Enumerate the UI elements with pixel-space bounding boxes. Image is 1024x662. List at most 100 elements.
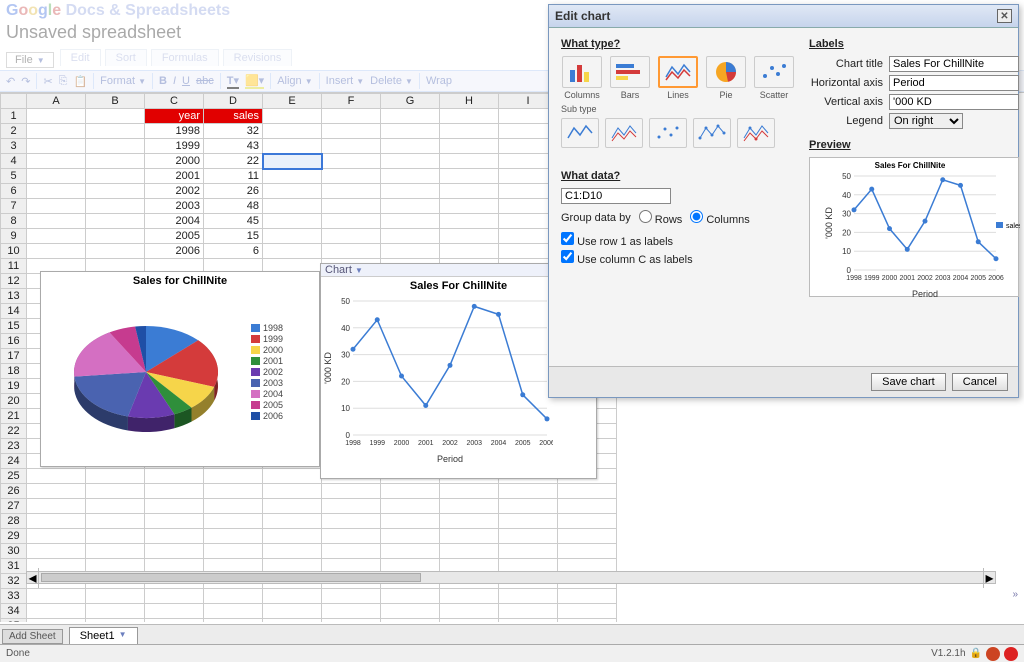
type-bars[interactable]: Bars: [609, 56, 651, 100]
format-menu[interactable]: Format ▼: [100, 75, 146, 87]
svg-text:2002: 2002: [917, 275, 933, 282]
copy-icon[interactable]: ⎘: [59, 75, 68, 88]
version-label: V1.2.1h: [931, 648, 965, 659]
add-sheet-button[interactable]: Add Sheet: [2, 629, 63, 644]
svg-text:50: 50: [341, 297, 350, 306]
svg-text:2000: 2000: [882, 275, 898, 282]
chart-title-label: Chart title: [809, 58, 883, 70]
tab-formulas[interactable]: Formulas: [151, 49, 219, 66]
use-colC-checkbox[interactable]: Use column C as labels: [561, 254, 693, 266]
group-rows-radio[interactable]: Rows: [639, 210, 683, 226]
tab-edit[interactable]: Edit: [60, 49, 101, 66]
svg-text:30: 30: [341, 351, 350, 360]
preview-chart: Sales For ChillNite010203040501998199920…: [809, 157, 1019, 297]
tab-revisions[interactable]: Revisions: [223, 49, 293, 66]
vaxis-input[interactable]: [889, 94, 1019, 110]
status-text: Done: [6, 648, 30, 659]
subtype-icon-4[interactable]: [693, 118, 731, 148]
align-menu[interactable]: Align ▼: [277, 75, 312, 87]
redo-icon[interactable]: ↷: [21, 75, 30, 88]
svg-text:2001: 2001: [418, 440, 434, 447]
svg-text:1998: 1998: [846, 275, 862, 282]
type-scatter[interactable]: Scatter: [753, 56, 795, 100]
svg-text:2004: 2004: [953, 275, 969, 282]
status-icon-2: [1004, 647, 1018, 661]
type-lines[interactable]: Lines: [657, 56, 699, 100]
svg-text:1999: 1999: [369, 440, 385, 447]
svg-text:1998: 1998: [345, 440, 361, 447]
scroll-right-more[interactable]: »: [1012, 589, 1018, 600]
fill-color-icon[interactable]: 🟨▾: [245, 74, 264, 89]
delete-menu[interactable]: Delete ▼: [370, 75, 413, 87]
svg-text:20: 20: [341, 377, 350, 386]
svg-text:2003: 2003: [466, 440, 482, 447]
legend-pos-label: Legend: [809, 115, 883, 127]
cancel-button[interactable]: Cancel: [952, 373, 1008, 391]
bold-button[interactable]: B: [159, 75, 167, 87]
type-pie[interactable]: Pie: [705, 56, 747, 100]
subtype-icon-3[interactable]: [649, 118, 687, 148]
dialog-title: Edit chart: [555, 9, 610, 23]
tabs: Edit Sort Formulas Revisions: [60, 49, 293, 66]
subtype-icon-5[interactable]: [737, 118, 775, 148]
pie-chart-svg: [41, 290, 251, 454]
svg-text:2002: 2002: [442, 440, 458, 447]
group-by-label: Group data by: [561, 212, 631, 224]
undo-icon[interactable]: ↶: [6, 75, 15, 88]
chart-title-input[interactable]: [889, 56, 1019, 72]
sheet-tab[interactable]: Sheet1▼: [69, 627, 138, 644]
edit-chart-dialog: Edit chart ✕ What type? Columns Bars Lin…: [548, 4, 1019, 398]
close-icon[interactable]: ✕: [997, 9, 1012, 23]
subtype-icon-2[interactable]: [605, 118, 643, 148]
insert-menu[interactable]: Insert ▼: [326, 75, 365, 87]
haxis-label: Horizontal axis: [809, 77, 883, 89]
svg-text:40: 40: [341, 324, 350, 333]
what-type-heading: What type?: [561, 38, 795, 50]
file-menu[interactable]: File▼: [6, 52, 54, 68]
line-chart-svg: 0102030405019981999200020012002200320042…: [321, 295, 553, 465]
pie-chart[interactable]: Sales for ChillNite 19981999200020012002…: [40, 271, 320, 467]
text-color-icon[interactable]: T▾: [227, 74, 239, 89]
svg-text:2004: 2004: [491, 440, 507, 447]
svg-text:2001: 2001: [899, 275, 915, 282]
tab-sort[interactable]: Sort: [105, 49, 147, 66]
wrap-button[interactable]: Wrap: [426, 75, 452, 87]
svg-text:2006: 2006: [988, 275, 1004, 282]
svg-text:10: 10: [842, 247, 851, 256]
svg-text:sales: sales: [1006, 223, 1020, 230]
svg-text:1999: 1999: [864, 275, 880, 282]
svg-text:Sales For ChillNite: Sales For ChillNite: [875, 161, 946, 170]
lock-icon: 🔒: [970, 648, 982, 659]
svg-text:40: 40: [842, 191, 851, 200]
svg-text:2003: 2003: [935, 275, 951, 282]
svg-text:2000: 2000: [394, 440, 410, 447]
legend-pos-select[interactable]: On right: [889, 113, 963, 129]
chart-menu[interactable]: Chart ▼: [325, 264, 363, 276]
paste-icon[interactable]: 📋: [73, 75, 87, 88]
pie-legend: 199819992000200120022003200420052006: [251, 323, 283, 421]
type-columns[interactable]: Columns: [561, 56, 603, 100]
save-chart-button[interactable]: Save chart: [871, 373, 946, 391]
underline-button[interactable]: U: [182, 75, 190, 87]
svg-text:'000 KD: '000 KD: [323, 352, 333, 384]
horizontal-scrollbar[interactable]: ◂ ▸: [26, 571, 996, 584]
svg-text:10: 10: [341, 404, 350, 413]
sheet-tabs-bar: Add Sheet Sheet1▼: [0, 624, 1024, 644]
group-cols-radio[interactable]: Columns: [690, 210, 749, 226]
use-row1-checkbox[interactable]: Use row 1 as labels: [561, 236, 673, 248]
strike-button[interactable]: abc: [196, 75, 214, 87]
italic-button[interactable]: I: [173, 75, 176, 87]
haxis-input[interactable]: [889, 75, 1019, 91]
cut-icon[interactable]: ✂: [43, 75, 52, 88]
subtype-icon-1[interactable]: [561, 118, 599, 148]
svg-text:'000 KD: '000 KD: [824, 207, 834, 239]
svg-text:30: 30: [842, 210, 851, 219]
data-range-input[interactable]: [561, 188, 671, 204]
svg-text:2006: 2006: [539, 440, 553, 447]
sub-type-label: Sub type: [561, 104, 795, 114]
preview-heading: Preview: [809, 139, 1019, 151]
status-icon-1: [986, 647, 1000, 661]
vaxis-label: Vertical axis: [809, 96, 883, 108]
svg-text:20: 20: [842, 228, 851, 237]
status-bar: Done V1.2.1h 🔒: [0, 644, 1024, 662]
